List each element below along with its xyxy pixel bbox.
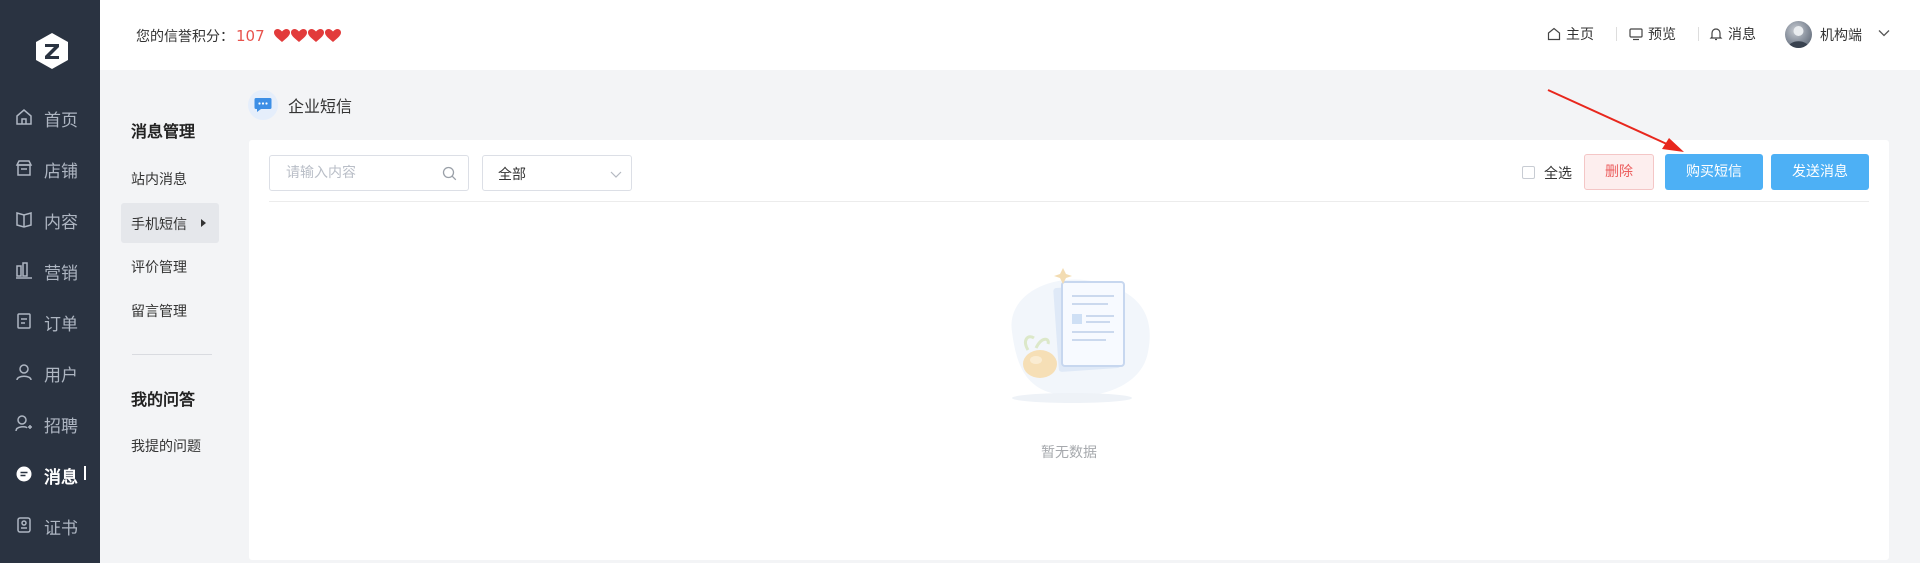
- delete-button[interactable]: 删除: [1584, 154, 1654, 190]
- filter-select[interactable]: 全部: [482, 155, 632, 191]
- sms-icon: [248, 90, 278, 120]
- group-title-qa: 我的问答: [131, 390, 196, 409]
- filter-select-value: 全部: [498, 167, 526, 183]
- recruit-icon: [15, 415, 32, 432]
- chevron-down-icon[interactable]: [1878, 29, 1890, 37]
- search-icon[interactable]: [442, 166, 457, 181]
- divider: [269, 201, 1869, 202]
- home-icon: [1547, 27, 1561, 41]
- select-all-label[interactable]: 全选: [1544, 163, 1572, 183]
- nav-item-home[interactable]: 首页: [0, 97, 100, 137]
- user-icon: [16, 364, 32, 381]
- nav-item-users[interactable]: 用户: [0, 352, 100, 392]
- top-nav-label: 预览: [1648, 27, 1676, 43]
- nav-label: 订单: [44, 315, 78, 335]
- top-nav-home[interactable]: 主页: [1547, 24, 1594, 44]
- nav-label: 内容: [44, 213, 78, 233]
- group-title-messages: 消息管理: [131, 122, 196, 141]
- nav-item-marketing[interactable]: 营销: [0, 250, 100, 290]
- sub-item-inbox[interactable]: 站内消息: [121, 158, 219, 198]
- sub-item-reviews[interactable]: 评价管理: [121, 246, 219, 286]
- search-box: [269, 155, 469, 191]
- page-title: 企业短信: [288, 97, 353, 116]
- empty-state-text: 暂无数据: [1041, 445, 1097, 461]
- nav-label: 用户: [44, 366, 78, 386]
- top-nav-notifications[interactable]: 消息: [1709, 24, 1756, 44]
- sub-item-label: 手机短信: [131, 217, 187, 233]
- send-message-button[interactable]: 发送消息: [1771, 154, 1869, 190]
- nav-label: 首页: [44, 111, 78, 131]
- credit-hearts: [273, 29, 341, 43]
- heart-icon: [307, 29, 324, 42]
- divider: [1616, 27, 1617, 41]
- secondary-sidebar: 消息管理 站内消息 手机短信 评价管理 留言管理 我的问答 我提的问题: [100, 70, 230, 563]
- chevron-down-icon: [610, 171, 622, 178]
- bell-icon: [1709, 28, 1723, 41]
- divider: [1698, 27, 1699, 41]
- search-input[interactable]: [270, 156, 440, 190]
- nav-label: 店铺: [44, 162, 78, 182]
- sub-item-sms[interactable]: 手机短信: [121, 203, 219, 243]
- nav-item-content[interactable]: 内容: [0, 199, 100, 239]
- credit-value: 107: [236, 27, 265, 45]
- top-nav-preview[interactable]: 预览: [1629, 24, 1676, 44]
- nav-item-orders[interactable]: 订单: [0, 301, 100, 341]
- monitor-icon: [1629, 28, 1643, 41]
- nav-label: 营销: [44, 264, 78, 284]
- empty-state-illustration: [1011, 268, 1150, 403]
- top-nav-label: 主页: [1566, 27, 1594, 43]
- nav-label: 证书: [44, 519, 78, 539]
- nav-label: 招聘: [44, 417, 78, 437]
- content-card: 全部 全选 删除 购买短信 发送消息 暂无数据: [249, 140, 1889, 560]
- heart-icon: [324, 29, 341, 42]
- select-all-checkbox[interactable]: [1522, 166, 1535, 179]
- home-icon: [16, 109, 32, 125]
- heart-icon: [290, 29, 307, 42]
- page-header: 企业短信: [248, 90, 352, 120]
- avatar-image: [1788, 26, 1809, 48]
- sub-item-my-questions[interactable]: 我提的问题: [121, 425, 219, 465]
- shop-icon: [15, 160, 33, 176]
- nav-item-shop[interactable]: 店铺: [0, 148, 100, 188]
- nav-item-certificate[interactable]: 证书: [0, 505, 100, 545]
- sub-item-comments[interactable]: 留言管理: [121, 290, 219, 330]
- certificate-icon: [17, 517, 31, 533]
- left-nav: 首页 店铺 内容 营销 订单 用户 招聘 消息 证书: [0, 0, 100, 563]
- top-header: 您的信誉积分： 107 主页 预览 消息 机构端: [100, 0, 1920, 70]
- buy-sms-button[interactable]: 购买短信: [1665, 154, 1763, 190]
- credit-score: 您的信誉积分： 107: [136, 26, 341, 46]
- nav-item-recruit[interactable]: 招聘: [0, 403, 100, 443]
- book-icon: [16, 212, 32, 228]
- active-indicator: [84, 466, 86, 480]
- message-icon: [16, 466, 32, 482]
- credit-label: 您的信誉积分：: [136, 29, 234, 45]
- avatar[interactable]: [1785, 21, 1812, 48]
- divider: [132, 354, 212, 355]
- heart-icon: [273, 29, 290, 42]
- top-nav-label: 消息: [1728, 27, 1756, 43]
- user-name[interactable]: 机构端: [1820, 25, 1862, 45]
- nav-label: 消息: [44, 468, 78, 488]
- nav-item-messages[interactable]: 消息: [0, 454, 100, 494]
- logo-icon[interactable]: [34, 32, 70, 70]
- order-icon: [17, 313, 31, 329]
- caret-right-icon: [201, 219, 206, 227]
- chart-icon: [16, 262, 32, 279]
